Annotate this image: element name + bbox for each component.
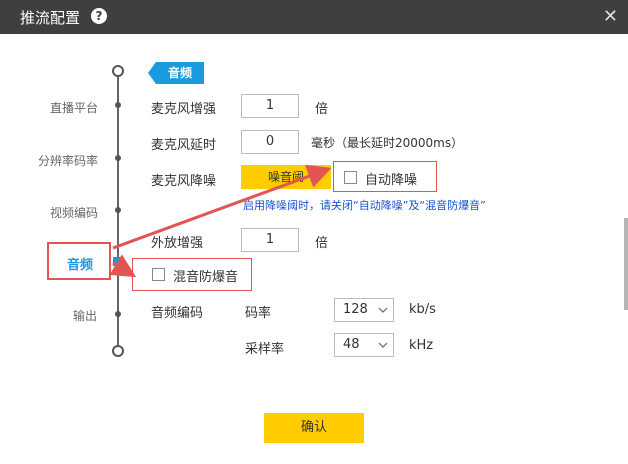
mic-boost-unit: 倍 <box>315 102 329 117</box>
scrollbar[interactable] <box>624 218 628 310</box>
mic-noise-label: 麦克风降噪 <box>151 174 217 189</box>
title-bar: 推流配置 ? ✕ <box>0 0 628 34</box>
sidebar-item-resolution-bitrate[interactable]: 分辨率码率 <box>38 152 98 169</box>
sample-rate-label: 采样率 <box>245 342 285 357</box>
bitrate-unit: kb/s <box>409 302 436 317</box>
mic-delay-label: 麦克风延时 <box>151 138 217 153</box>
auto-noise-label: 自动降噪 <box>365 173 418 188</box>
sample-rate-select[interactable]: 48 <box>334 333 394 357</box>
annotation-arrows <box>109 164 332 278</box>
bitrate-value: 128 <box>343 302 368 317</box>
sample-rate-value: 48 <box>343 337 360 352</box>
sidebar-item-output[interactable]: 输出 <box>73 307 97 324</box>
bitrate-select[interactable]: 128 <box>334 298 394 322</box>
bitrate-label: 码率 <box>245 306 272 321</box>
mic-delay-unit: 毫秒（最长延时20000ms） <box>311 136 464 150</box>
audio-encoding-label: 音频编码 <box>151 306 204 321</box>
sidebar-item-audio[interactable]: 音频 <box>67 254 93 273</box>
section-tag-audio: 音频 <box>148 62 204 84</box>
speaker-boost-label: 外放增强 <box>151 236 204 251</box>
mic-boost-label: 麦克风增强 <box>151 102 217 117</box>
speaker-boost-input[interactable]: 1 <box>241 228 299 252</box>
noise-threshold-button[interactable]: 噪音阈 <box>241 165 331 189</box>
chevron-down-icon <box>378 342 388 348</box>
sidebar-item-video-encoding[interactable]: 视频编码 <box>50 204 98 221</box>
confirm-button[interactable]: 确认 <box>264 413 364 443</box>
timeline-start-icon <box>112 65 124 77</box>
close-icon[interactable]: ✕ <box>603 6 618 27</box>
timeline-dot-icon <box>115 311 121 317</box>
sample-rate-unit: kHz <box>409 338 434 353</box>
mic-delay-input[interactable]: 0 <box>241 130 299 154</box>
chevron-down-icon <box>378 307 388 313</box>
speaker-boost-unit: 倍 <box>315 236 329 251</box>
timeline-active-icon <box>113 257 122 266</box>
help-icon[interactable]: ? <box>91 8 107 24</box>
mix-anti-pop-label: 混音防爆音 <box>173 270 239 285</box>
noise-hint: 启用降噪阈时，请关闭“自动降噪”及“混音防爆音” <box>243 199 486 212</box>
window-title: 推流配置 <box>20 9 81 27</box>
timeline-dot-icon <box>115 102 121 108</box>
sidebar-item-platform[interactable]: 直播平台 <box>50 99 98 116</box>
timeline-dot-icon <box>115 207 121 213</box>
mic-boost-input[interactable]: 1 <box>241 94 299 118</box>
mix-anti-pop-checkbox[interactable] <box>152 268 165 281</box>
auto-noise-checkbox[interactable] <box>344 171 357 184</box>
timeline-end-icon <box>112 345 124 357</box>
timeline-dot-icon <box>115 155 121 161</box>
